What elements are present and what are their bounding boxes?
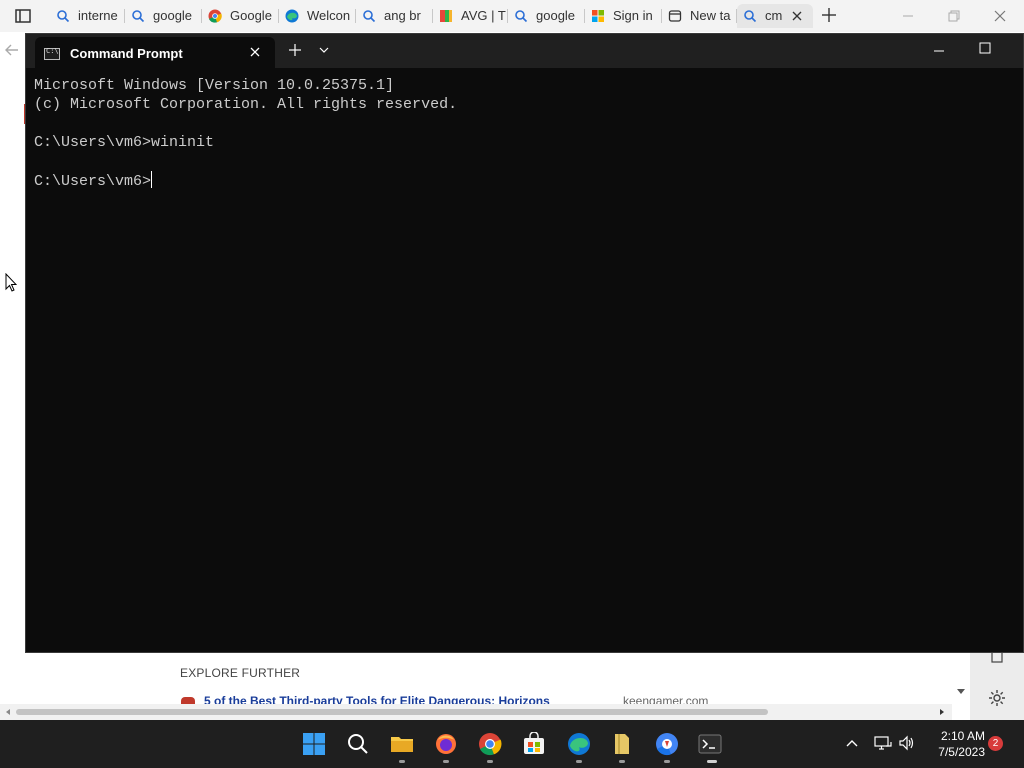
browser-minimize-icon[interactable] [900,8,916,24]
terminal-line: (c) Microsoft Corporation. All rights re… [34,96,458,113]
chevron-up-icon[interactable] [843,734,861,752]
file-explorer-icon[interactable] [390,732,414,756]
browser-tab-label: New ta [690,8,731,23]
notification-badge[interactable]: 2 [988,736,1003,751]
search-icon[interactable] [346,732,370,756]
network-icon[interactable] [874,734,892,752]
browser-tab[interactable]: interne [50,4,125,28]
terminal-titlebar[interactable]: Command Prompt [26,34,1023,68]
new-terminal-tab-icon[interactable] [288,43,302,57]
right-sidebar-panel [957,652,1024,720]
running-indicator [664,760,670,763]
browser-tab[interactable]: Sign in [585,4,662,28]
terminal-output[interactable]: Microsoft Windows [Version 10.0.25375.1]… [34,76,457,191]
browser-tab[interactable]: google [125,4,202,28]
terminal-prompt-line[interactable]: C:\Users\vm6> [34,171,457,191]
browser-tab-label: ang br [384,8,421,23]
browser-close-icon[interactable] [992,8,1008,24]
running-indicator [576,760,582,763]
scrollbar-thumb[interactable] [16,709,768,715]
browser-tab-label: cm [765,8,783,23]
browser-tab[interactable]: google [508,4,585,28]
browser-tab-label: google [153,8,193,23]
search-icon [132,10,145,23]
edge-icon[interactable] [567,732,591,756]
terminal-minimize-icon[interactable] [933,45,945,57]
terminal-prompt: C:\Users\vm6> [34,173,152,190]
close-tab-icon[interactable] [791,10,803,22]
firefox-icon[interactable] [434,732,458,756]
browser-tab[interactable]: New ta [662,4,737,28]
running-indicator [487,760,493,763]
browser-tab[interactable]: AVG | T [433,4,508,28]
running-indicator [443,760,449,763]
search-icon [744,10,757,23]
browser-restore-icon[interactable] [946,8,962,24]
browser-tab-label: Sign in [613,8,653,23]
browser-tab[interactable]: ang br [356,4,433,28]
article-link[interactable]: 5 of the Best Third-party Tools for Elit… [204,694,550,704]
edge-icon [285,9,299,23]
folder-icon[interactable] [610,732,634,756]
close-terminal-tab-icon[interactable] [248,45,262,59]
scroll-right-arrow-icon[interactable] [938,708,946,716]
browser-tab-label: Welcon [307,8,351,23]
taskbar: 2:10 AM 7/5/2023 2 [0,720,1024,768]
system-clock[interactable]: 2:10 AM 7/5/2023 [925,728,985,760]
microsoft-store-icon[interactable] [522,732,546,756]
terminal-icon[interactable] [698,732,722,756]
search-icon [515,10,528,23]
explore-further-heading: EXPLORE FURTHER [180,666,301,680]
microsoft-icon [592,10,604,22]
chrome-icon[interactable] [478,732,502,756]
running-indicator [399,760,405,763]
browser-tab-active[interactable]: cm [737,4,813,28]
terminal-line: Microsoft Windows [Version 10.0.25375.1] [34,77,395,94]
search-icon [363,10,376,23]
chrome-beta-icon[interactable] [655,732,679,756]
avg-icon [440,10,452,22]
browser-tab-label: google [536,8,576,23]
command-prompt-icon [44,47,60,60]
settings-gear-icon[interactable] [987,688,1007,708]
terminal-line: C:\Users\vm6>wininit [34,134,215,151]
browser-tab-label: interne [78,8,118,23]
search-icon [57,10,70,23]
volume-icon[interactable] [898,734,916,752]
running-indicator [619,760,625,763]
text-caret [151,171,153,188]
terminal-tab[interactable]: Command Prompt [35,37,275,68]
chrome-icon [208,9,222,23]
scroll-down-arrow-icon[interactable] [956,688,966,696]
tab-actions-icon[interactable] [14,7,32,25]
sidebar-tool-icon[interactable] [990,652,1004,664]
mouse-cursor-icon [5,273,17,292]
browser-tab[interactable]: Google [202,4,279,28]
terminal-window[interactable]: Command Prompt Microsoft Windows [Versio… [25,33,1024,653]
back-arrow-icon[interactable] [0,38,24,62]
browser-tab-label: AVG | T [461,8,506,23]
terminal-tab-title: Command Prompt [70,46,183,61]
active-indicator [707,760,717,763]
new-tab-icon[interactable] [820,6,838,24]
browser-tab[interactable]: Welcon [279,4,356,28]
newtab-page-icon [668,10,682,22]
chevron-down-icon[interactable] [318,45,330,55]
horizontal-scrollbar[interactable] [0,704,952,720]
start-icon[interactable] [302,732,326,756]
clock-date: 7/5/2023 [938,745,985,759]
clock-time: 2:10 AM [940,729,985,743]
browser-tab-label: Google [230,8,272,23]
scroll-left-arrow-icon[interactable] [4,708,12,716]
browser-tab-strip: interne google Google Welcon ang br AVG … [0,0,1024,32]
terminal-maximize-icon[interactable] [979,42,991,54]
article-source: keengamer.com [623,694,709,704]
